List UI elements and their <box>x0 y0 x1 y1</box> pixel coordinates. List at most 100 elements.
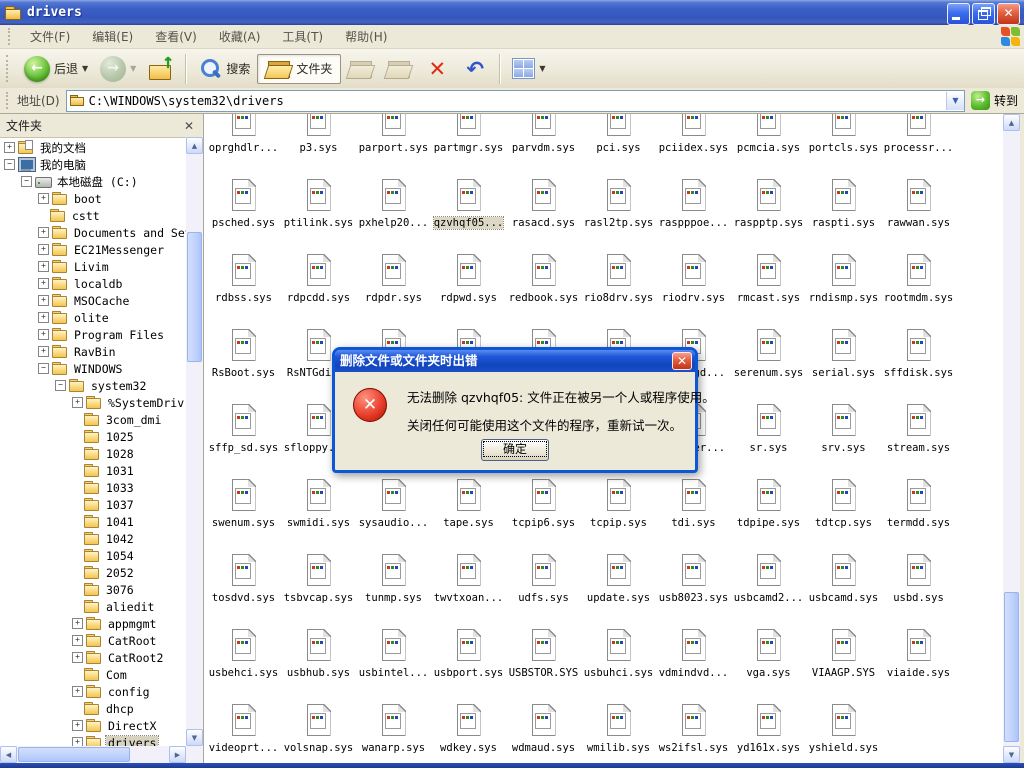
tree-item-我的文档[interactable]: +我的文档 <box>0 139 186 156</box>
file-item-pcmcia.sys[interactable]: pcmcia.sys <box>731 114 806 168</box>
tree-item-1028[interactable]: 1028 <box>0 445 186 462</box>
file-item-tosdvd.sys[interactable]: tosdvd.sys <box>206 554 281 618</box>
file-item-sysaudio...[interactable]: sysaudio... <box>356 479 431 543</box>
file-item-usbcamd2...[interactable]: usbcamd2... <box>731 554 806 618</box>
file-item-rdpdr.sys[interactable]: rdpdr.sys <box>356 254 431 318</box>
expand-icon[interactable]: + <box>38 346 49 357</box>
expand-icon[interactable]: + <box>72 618 83 629</box>
tree-item-1031[interactable]: 1031 <box>0 462 186 479</box>
tree-item-1025[interactable]: 1025 <box>0 428 186 445</box>
file-item-tape.sys[interactable]: tape.sys <box>431 479 506 543</box>
expand-icon[interactable]: + <box>38 295 49 306</box>
back-button[interactable]: ← 后退 ▼ <box>19 53 93 85</box>
tree-item-CatRoot[interactable]: +CatRoot <box>0 632 186 649</box>
search-button[interactable]: 搜索 <box>193 54 255 84</box>
tree-scrollbar-horizontal[interactable]: ◀ ▶ <box>0 746 186 763</box>
file-item-rndismp.sys[interactable]: rndismp.sys <box>806 254 881 318</box>
tree-item-WINDOWS[interactable]: −WINDOWS <box>0 360 186 377</box>
expand-icon[interactable]: + <box>38 193 49 204</box>
file-item-raspppoe...[interactable]: raspppoe... <box>656 179 731 243</box>
toolbar-grip[interactable] <box>8 28 13 44</box>
restore-button[interactable] <box>972 3 995 25</box>
file-item-usbport.sys[interactable]: usbport.sys <box>431 629 506 693</box>
menu-tools[interactable]: 工具(T) <box>271 26 334 47</box>
file-item-tdtcp.sys[interactable]: tdtcp.sys <box>806 479 881 543</box>
tree-item-CatRoot2[interactable]: +CatRoot2 <box>0 649 186 666</box>
file-item-ptilink.sys[interactable]: ptilink.sys <box>281 179 356 243</box>
file-item-psched.sys[interactable]: psched.sys <box>206 179 281 243</box>
file-item-wdmaud.sys[interactable]: wdmaud.sys <box>506 704 581 763</box>
menu-edit[interactable]: 编辑(E) <box>81 26 144 47</box>
file-item-volsnap.sys[interactable]: volsnap.sys <box>281 704 356 763</box>
expand-icon[interactable]: + <box>38 227 49 238</box>
menu-view[interactable]: 查看(V) <box>144 26 208 47</box>
files-scroll-up-icon[interactable]: ▲ <box>1003 114 1020 131</box>
file-item-wmilib.sys[interactable]: wmilib.sys <box>581 704 656 763</box>
files-scrollbar-vertical[interactable]: ▲ ▼ <box>1003 114 1020 763</box>
tree-item-本地磁盘 (C:)[interactable]: −本地磁盘 (C:) <box>0 173 186 190</box>
file-item-usbintel...[interactable]: usbintel... <box>356 629 431 693</box>
back-dropdown-icon[interactable]: ▼ <box>82 64 88 73</box>
file-item-swmidi.sys[interactable]: swmidi.sys <box>281 479 356 543</box>
address-input[interactable]: C:\WINDOWS\system32\drivers <box>89 94 946 108</box>
file-item-yd161x.sys[interactable]: yd161x.sys <box>731 704 806 763</box>
file-item-parvdm.sys[interactable]: parvdm.sys <box>506 114 581 168</box>
tree-item-3com_dmi[interactable]: 3com_dmi <box>0 411 186 428</box>
file-item-usbcamd.sys[interactable]: usbcamd.sys <box>806 554 881 618</box>
undo-button[interactable]: ↶ <box>457 55 493 83</box>
move-to-button[interactable] <box>343 55 379 83</box>
file-item-redbook.sys[interactable]: redbook.sys <box>506 254 581 318</box>
expand-icon[interactable]: + <box>38 278 49 289</box>
file-item-rasl2tp.sys[interactable]: rasl2tp.sys <box>581 179 656 243</box>
tree-scrollbar-vertical[interactable]: ▲ ▼ <box>186 137 203 746</box>
file-item-pxhelp20...[interactable]: pxhelp20... <box>356 179 431 243</box>
delete-button[interactable]: ✕ <box>419 54 455 84</box>
file-item-tsbvcap.sys[interactable]: tsbvcap.sys <box>281 554 356 618</box>
file-item-serial.sys[interactable]: serial.sys <box>806 329 881 393</box>
file-item-usbhub.sys[interactable]: usbhub.sys <box>281 629 356 693</box>
file-item-ws2ifsl.sys[interactable]: ws2ifsl.sys <box>656 704 731 763</box>
toolbar-grip-3[interactable] <box>6 92 11 110</box>
file-item-processr...[interactable]: processr... <box>881 114 956 168</box>
tree-item-1054[interactable]: 1054 <box>0 547 186 564</box>
file-item-serenum.sys[interactable]: serenum.sys <box>731 329 806 393</box>
collapse-icon[interactable]: − <box>55 380 66 391</box>
file-item-termdd.sys[interactable]: termdd.sys <box>881 479 956 543</box>
up-button[interactable]: ↑ <box>143 54 179 84</box>
file-item-p3.sys[interactable]: p3.sys <box>281 114 356 168</box>
file-item-usbuhci.sys[interactable]: usbuhci.sys <box>581 629 656 693</box>
file-item-usbehci.sys[interactable]: usbehci.sys <box>206 629 281 693</box>
tree-item-我的电脑[interactable]: −我的电脑 <box>0 156 186 173</box>
expand-icon[interactable]: + <box>4 142 15 153</box>
file-item-parport.sys[interactable]: parport.sys <box>356 114 431 168</box>
expand-icon[interactable]: + <box>72 737 83 746</box>
close-button[interactable]: ✕ <box>997 3 1020 25</box>
file-item-tunmp.sys[interactable]: tunmp.sys <box>356 554 431 618</box>
file-item-rdpwd.sys[interactable]: rdpwd.sys <box>431 254 506 318</box>
tree-item-2052[interactable]: 2052 <box>0 564 186 581</box>
views-dropdown-icon[interactable]: ▼ <box>539 64 545 73</box>
file-item-rmcast.sys[interactable]: rmcast.sys <box>731 254 806 318</box>
views-button[interactable]: ▼ <box>507 55 550 82</box>
tree-item-EC21Messenger[interactable]: +EC21Messenger <box>0 241 186 258</box>
menu-file[interactable]: 文件(F) <box>19 26 81 47</box>
file-item-sffp_sd.sys[interactable]: sffp_sd.sys <box>206 404 281 468</box>
address-combo[interactable]: C:\WINDOWS\system32\drivers ▼ <box>66 90 965 112</box>
tree-item-RavBin[interactable]: +RavBin <box>0 343 186 360</box>
file-item-udfs.sys[interactable]: udfs.sys <box>506 554 581 618</box>
folders-panel-close-icon[interactable]: ✕ <box>181 119 197 133</box>
file-item-portcls.sys[interactable]: portcls.sys <box>806 114 881 168</box>
toolbar-grip-2[interactable] <box>6 55 11 82</box>
tree-scrollbar-thumb[interactable] <box>187 232 202 362</box>
tree-item-boot[interactable]: +boot <box>0 190 186 207</box>
file-item-swenum.sys[interactable]: swenum.sys <box>206 479 281 543</box>
address-dropdown-button[interactable]: ▼ <box>946 92 964 110</box>
file-item-VIAAGP.SYS[interactable]: VIAAGP.SYS <box>806 629 881 693</box>
minimize-button[interactable] <box>947 3 970 25</box>
file-item-viaide.sys[interactable]: viaide.sys <box>881 629 956 693</box>
go-button[interactable]: → 转到 <box>971 91 1018 110</box>
tree-item-Com[interactable]: Com <box>0 666 186 683</box>
file-item-tcpip.sys[interactable]: tcpip.sys <box>581 479 656 543</box>
scroll-down-icon[interactable]: ▼ <box>186 729 203 746</box>
tree-item-dhcp[interactable]: dhcp <box>0 700 186 717</box>
